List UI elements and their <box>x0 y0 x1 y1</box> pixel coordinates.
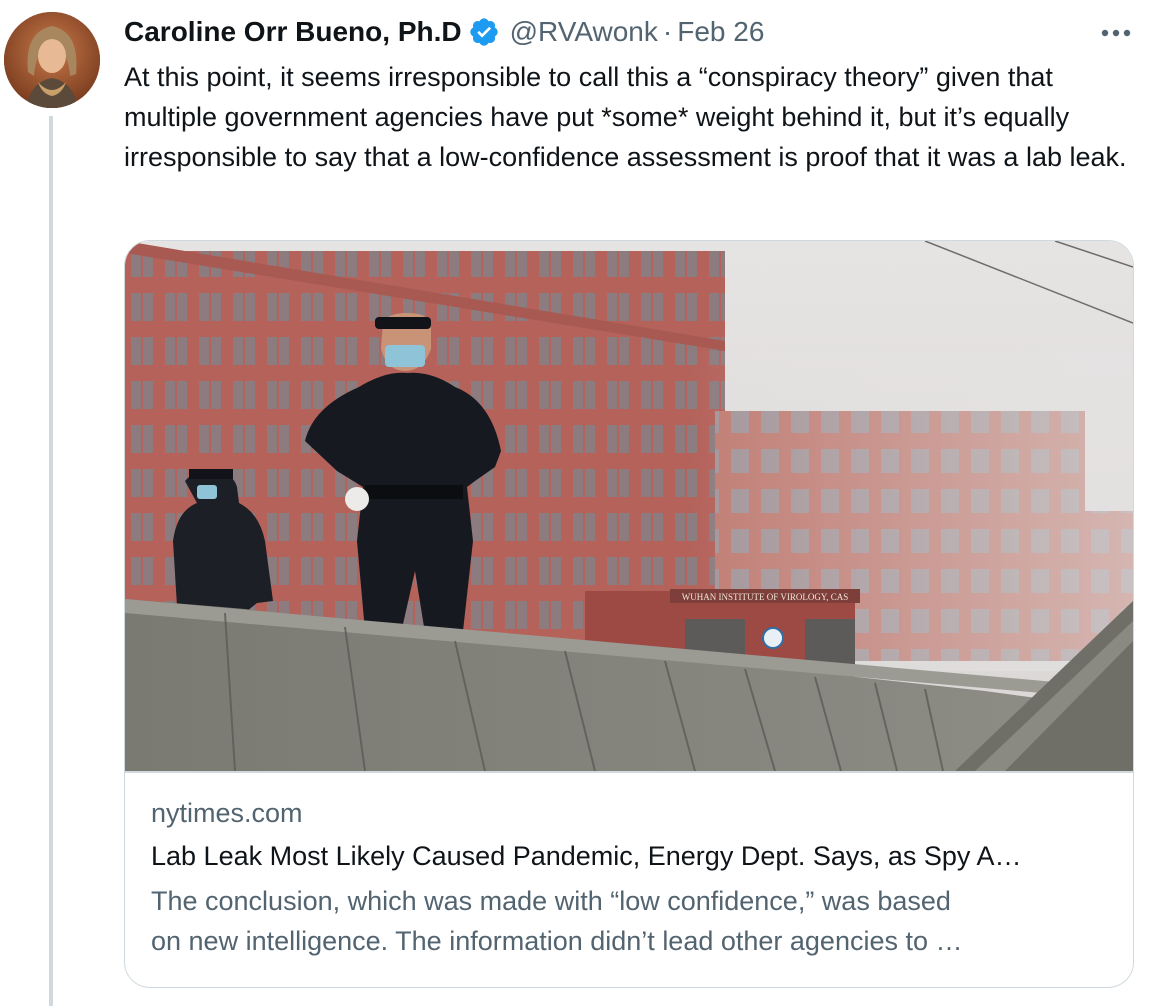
link-preview-card[interactable]: WUHAN INSTITUTE OF VIROLOGY, CAS nytimes… <box>124 240 1134 988</box>
thread-connector-line <box>49 116 53 1006</box>
institute-sign-text: WUHAN INSTITUTE OF VIROLOGY, CAS <box>682 592 848 602</box>
card-divider <box>125 771 1133 773</box>
avatar-photo <box>4 12 100 108</box>
author-avatar[interactable] <box>4 12 100 108</box>
card-domain: nytimes.com <box>151 798 303 828</box>
card-description: The conclusion, which was made with “low… <box>151 881 1111 961</box>
tweet-text: At this point, it seems irresponsible to… <box>124 62 1127 172</box>
more-options-icon[interactable] <box>1096 20 1136 46</box>
header-separator: · <box>662 16 673 47</box>
tweet-date[interactable]: Feb 26 <box>677 16 764 48</box>
card-description-line-1: The conclusion, which was made with “low… <box>151 886 951 916</box>
author-display-name[interactable]: Caroline Orr Bueno, Ph.D <box>124 16 462 48</box>
verified-badge-icon[interactable] <box>468 16 500 48</box>
author-handle[interactable]: @RVAwonk <box>510 16 658 48</box>
tweet-header: Caroline Orr Bueno, Ph.D @RVAwonk · Feb … <box>124 14 764 50</box>
card-title[interactable]: Lab Leak Most Likely Caused Pandemic, En… <box>151 841 1111 872</box>
card-image: WUHAN INSTITUTE OF VIROLOGY, CAS <box>125 241 1133 771</box>
card-description-line-2: on new intelligence. The information did… <box>151 926 963 956</box>
